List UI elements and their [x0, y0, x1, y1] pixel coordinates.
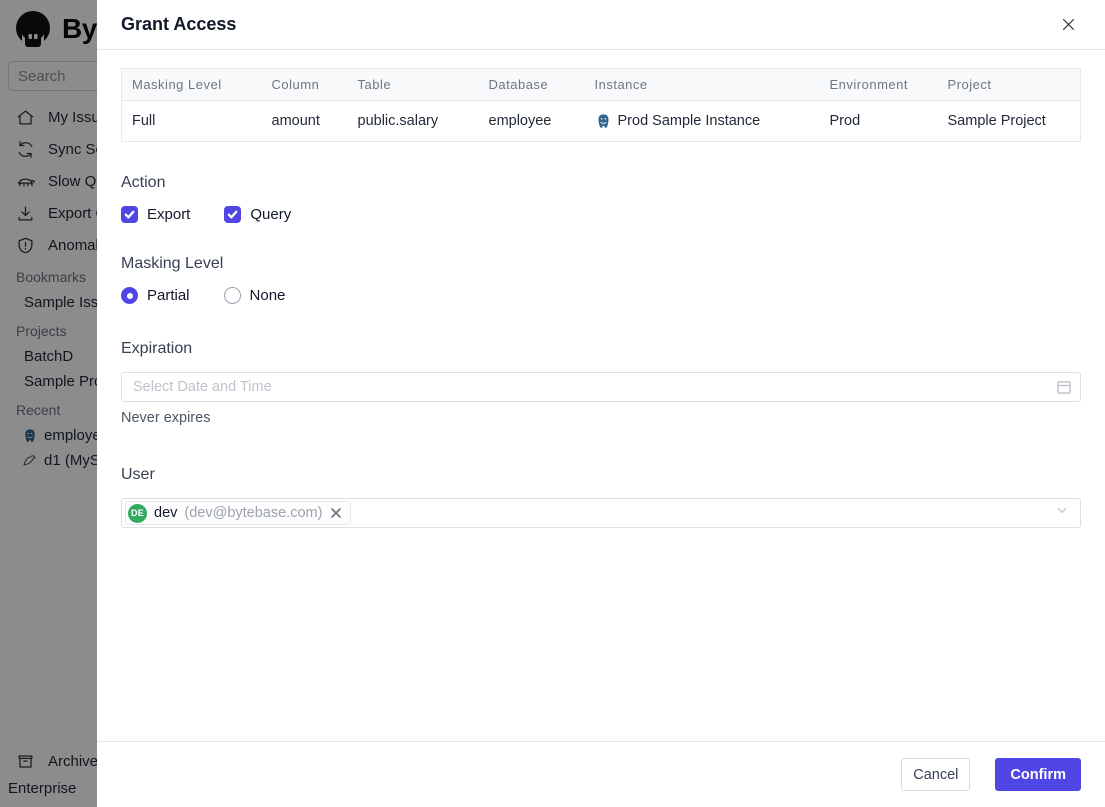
modal-footer: Cancel Confirm: [97, 741, 1105, 807]
none-label: None: [249, 287, 286, 304]
modal-title: Grant Access: [121, 14, 237, 34]
expiration-datetime-input[interactable]: [121, 372, 1081, 402]
radio-unselected-icon: [223, 287, 241, 304]
partial-radio[interactable]: Partial: [121, 287, 190, 304]
confirm-button[interactable]: Confirm: [995, 758, 1081, 791]
grant-access-modal: Grant Access Masking Level Column Table …: [97, 0, 1105, 807]
calendar-icon[interactable]: [1056, 379, 1072, 395]
masking-level-section: Masking Level Partial None: [121, 255, 1081, 304]
cell-column: amount: [271, 113, 320, 129]
close-icon[interactable]: [1057, 14, 1079, 36]
user-avatar: DE: [128, 503, 147, 523]
cell-instance: Prod Sample Instance: [585, 101, 820, 142]
col-header-masking-level: Masking Level: [121, 68, 262, 101]
table-header-row: Masking Level Column Table Database Inst…: [121, 68, 1081, 101]
cell-database: employee: [488, 113, 552, 129]
expiration-hint: Never expires: [121, 410, 211, 426]
grant-target-table: Masking Level Column Table Database Inst…: [121, 68, 1081, 142]
col-header-table: Table: [347, 68, 479, 101]
cell-environment: Prod: [829, 113, 861, 129]
partial-label: Partial: [147, 287, 190, 304]
instance-name: Prod Sample Instance: [617, 113, 761, 129]
cell-masking-level: Full: [132, 113, 156, 129]
query-checkbox[interactable]: Query: [224, 206, 291, 223]
query-label: Query: [250, 206, 292, 223]
modal-header: Grant Access: [97, 0, 1105, 50]
cell-table: public.salary: [357, 113, 439, 129]
export-label: Export: [147, 206, 191, 223]
chevron-down-icon: [1055, 504, 1069, 523]
col-header-project: Project: [937, 68, 1081, 101]
user-email: (dev@bytebase.com): [184, 505, 323, 521]
remove-user-icon[interactable]: [329, 506, 343, 520]
action-heading: Action: [121, 174, 166, 191]
checkbox-checked-icon: [224, 206, 242, 223]
user-name: dev: [154, 505, 178, 521]
modal-body: Masking Level Column Table Database Inst…: [97, 50, 1105, 741]
user-heading: User: [121, 466, 155, 483]
user-select[interactable]: DE dev (dev@bytebase.com): [121, 498, 1081, 528]
masking-level-heading: Masking Level: [121, 255, 224, 272]
cell-project: Sample Project: [947, 113, 1046, 129]
postgresql-icon: [597, 113, 609, 128]
none-radio[interactable]: None: [223, 287, 286, 304]
expiration-heading: Expiration: [121, 340, 193, 357]
table-row: Full amount public.salary employee Prod …: [122, 101, 1081, 142]
cancel-button[interactable]: Cancel: [901, 758, 971, 791]
user-section: User DE dev (dev@bytebase.com): [121, 466, 1081, 528]
expiration-section: Expiration Never expires: [121, 340, 1081, 426]
action-section: Action Export Query: [121, 174, 1081, 223]
export-checkbox[interactable]: Export: [121, 206, 190, 223]
col-header-instance: Instance: [584, 68, 820, 101]
col-header-column: Column: [261, 68, 348, 101]
radio-selected-icon: [121, 287, 138, 304]
checkbox-checked-icon: [121, 206, 138, 223]
selected-user-tag: DE dev (dev@bytebase.com): [125, 501, 352, 525]
col-header-database: Database: [478, 68, 585, 101]
col-header-environment: Environment: [819, 68, 938, 101]
